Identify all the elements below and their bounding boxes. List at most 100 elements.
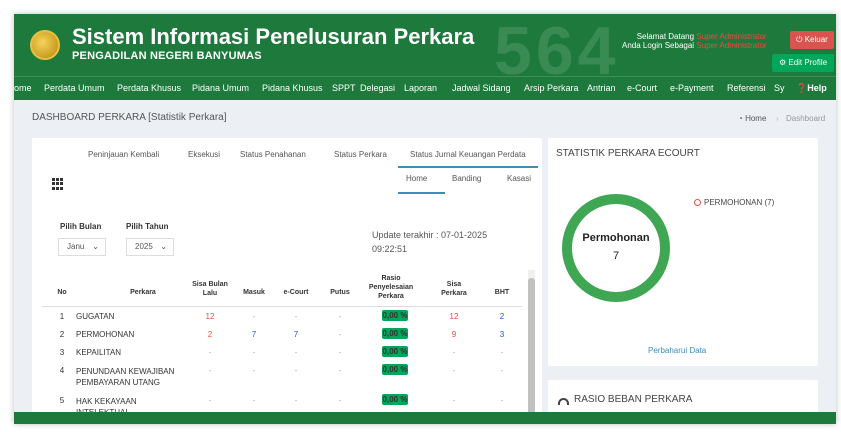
- tab-status-jurnal-keuangan[interactable]: Status Jurnal Keuangan Perdata: [410, 150, 526, 159]
- subtab-active-indicator: [398, 192, 445, 194]
- col-bht: BHT: [494, 289, 510, 296]
- footer-strip: [14, 412, 836, 424]
- rasio-badge: 0,00 %: [382, 394, 408, 405]
- app-title: Sistem Informasi Penelusuran Perkara: [72, 24, 475, 49]
- month-select[interactable]: Janu ⌄: [58, 238, 106, 256]
- rasio-badge: 0,00 %: [382, 328, 408, 339]
- breadcrumb-home-label: Home: [745, 114, 767, 123]
- app-header: 564 Sistem Informasi Penelusuran Perkara…: [14, 14, 836, 89]
- row-perkara: PERMOHONAN: [76, 330, 135, 339]
- row-putus: -: [338, 330, 342, 339]
- nav-item-arsip-perkara[interactable]: Arsip Perkara: [524, 83, 579, 93]
- rasio-badge: 0,00 %: [382, 364, 408, 375]
- nav-item-referensi[interactable]: Referensi: [727, 83, 766, 93]
- table-header-divider: [42, 306, 522, 307]
- donut-center-value: 7: [612, 250, 620, 262]
- tab-eksekusi[interactable]: Eksekusi: [188, 150, 220, 159]
- logout-label: Keluar: [804, 35, 828, 44]
- dashboard-icon: ◔: [738, 114, 743, 123]
- nav-item-sppt[interactable]: SPPT: [332, 83, 356, 93]
- tab-active-indicator: [398, 166, 538, 168]
- row-sisa: -: [452, 396, 456, 405]
- ecourt-donut-chart[interactable]: Permohonan 7: [562, 194, 670, 302]
- row-perkara: GUGATAN: [76, 312, 115, 321]
- row-sisa-lalu: -: [208, 396, 212, 405]
- breadcrumb-bar: DASHBOARD PERKARA [Statistik Perkara] ◔ …: [14, 106, 836, 130]
- row-sisa-lalu: 12: [205, 312, 215, 321]
- row-sisa-lalu: -: [208, 366, 212, 375]
- row-no: 4: [59, 366, 65, 375]
- gauge-icon: [558, 398, 569, 405]
- table-row: 1 GUGATAN 12 - - - 0,00 % 12 2: [32, 310, 532, 328]
- row-ecourt: -: [294, 366, 298, 375]
- year-select[interactable]: 2025 ⌄: [126, 238, 174, 256]
- month-select-value: Janu: [67, 242, 85, 251]
- col-sisa-bulan-lalu: Sisa Bulan Lalu: [192, 281, 228, 297]
- row-putus: -: [338, 348, 342, 357]
- nav-item-ecourt[interactable]: e-Court: [627, 83, 657, 93]
- chevron-down-icon: ⌄: [160, 242, 167, 251]
- row-masuk: -: [252, 348, 256, 357]
- chart-legend-item[interactable]: PERMOHONAN (7): [694, 198, 774, 207]
- row-perkara: KEPAILITAN: [76, 348, 122, 357]
- table-row: 3 KEPAILITAN - - - - 0,00 % - -: [32, 346, 532, 364]
- nav-item-laporan[interactable]: Laporan: [404, 83, 437, 93]
- nav-item-pidana-khusus[interactable]: Pidana Khusus: [262, 83, 323, 93]
- welcome-text: Selamat Datang Super Administrator Anda …: [622, 32, 767, 50]
- nav-item-perdata-umum[interactable]: Perdata Umum: [44, 83, 105, 93]
- table-scrollbar-thumb[interactable]: [528, 278, 535, 424]
- row-bht: -: [500, 366, 504, 375]
- nav-item-jadwal-sidang[interactable]: Jadwal Sidang: [452, 83, 511, 93]
- ecourt-stats-panel: STATISTIK PERKARA ECOURT Permohonan 7 PE…: [548, 138, 818, 366]
- tab-peninjauan-kembali[interactable]: Peninjauan Kembali: [88, 150, 159, 159]
- tab-status-penahanan[interactable]: Status Penahanan: [240, 150, 306, 159]
- row-sisa: -: [452, 348, 456, 357]
- legend-circle-icon: [694, 199, 701, 206]
- row-perkara: PENUNDAAN KEWAJIBAN PEMBAYARAN UTANG: [76, 367, 175, 387]
- nav-item-antrian[interactable]: Antrian: [587, 83, 616, 93]
- row-no: 2: [59, 330, 65, 339]
- statistik-panel: Peninjauan Kembali Eksekusi Status Penah…: [32, 138, 542, 424]
- row-putus: -: [338, 312, 342, 321]
- table-row: 4 PENUNDAAN KEWAJIBAN PEMBAYARAN UTANG -…: [32, 364, 532, 392]
- year-filter-label: Pilih Tahun: [126, 222, 169, 231]
- breadcrumb-separator: ›: [776, 114, 779, 123]
- row-bht: 3: [499, 330, 505, 339]
- row-sisa: 9: [451, 330, 457, 339]
- nav-item-pidana-umum[interactable]: Pidana Umum: [192, 83, 249, 93]
- chevron-down-icon: ⌄: [92, 242, 99, 251]
- welcome-line-2: Anda Login Sebagai: [622, 41, 695, 50]
- nav-item-perdata-khusus[interactable]: Perdata Khusus: [117, 83, 181, 93]
- nav-item-delegasi[interactable]: Delegasi: [360, 83, 395, 93]
- tab-kasasi[interactable]: Kasasi: [507, 174, 531, 183]
- row-sisa-lalu: -: [208, 348, 212, 357]
- app-window: 564 Sistem Informasi Penelusuran Perkara…: [14, 14, 836, 424]
- tab-home[interactable]: Home: [406, 174, 427, 183]
- row-bht: -: [500, 396, 504, 405]
- nav-item-epayment[interactable]: e-Payment: [670, 83, 714, 93]
- last-update-text: Update terakhir : 07-01-2025 09:22:51: [372, 230, 488, 254]
- row-ecourt: -: [294, 348, 298, 357]
- edit-profile-label: Edit Profile: [788, 58, 828, 67]
- tab-banding[interactable]: Banding: [452, 174, 481, 183]
- rasio-badge: 0,00 %: [382, 310, 408, 321]
- row-bht: 2: [499, 312, 505, 321]
- row-sisa-lalu: 2: [207, 330, 213, 339]
- table-row: 2 PERMOHONAN 2 7 7 - 0,00 % 9 3: [32, 328, 532, 346]
- help-icon: ❓: [796, 83, 808, 93]
- ecourt-panel-title: STATISTIK PERKARA ECOURT: [556, 148, 700, 159]
- logout-button[interactable]: ⏻ Keluar: [790, 31, 834, 49]
- nav-item-help[interactable]: ❓Help: [796, 83, 827, 94]
- nav-item-home[interactable]: ome: [14, 83, 32, 93]
- refresh-data-link[interactable]: Perbaharui Data: [648, 346, 706, 355]
- row-masuk: -: [252, 366, 256, 375]
- donut-hole: Permohonan 7: [572, 204, 660, 292]
- tab-status-perkara[interactable]: Status Perkara: [334, 150, 387, 159]
- rasio-badge: 0,00 %: [382, 346, 408, 357]
- nav-item-sys[interactable]: Sy: [774, 83, 785, 93]
- row-putus: -: [338, 396, 342, 405]
- grid-menu-icon[interactable]: [52, 178, 64, 190]
- breadcrumb-home[interactable]: ◔ Home: [738, 114, 766, 123]
- edit-profile-button[interactable]: ⚙ Edit Profile: [772, 54, 834, 72]
- donut-center-label: Permohonan: [582, 232, 650, 244]
